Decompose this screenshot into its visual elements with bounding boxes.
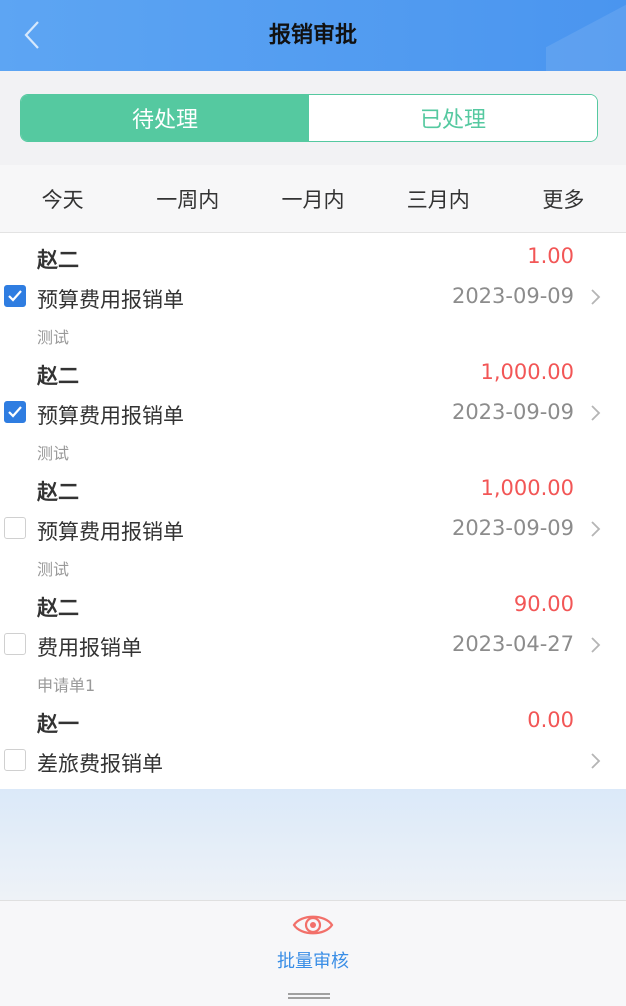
- chevron-right-icon[interactable]: [588, 287, 604, 307]
- list-item[interactable]: 赵二 90.00 费用报销单 2023-04-27 申请单1: [0, 581, 626, 697]
- document-type: 差旅费报销单: [37, 752, 163, 776]
- document-type: 预算费用报销单: [37, 288, 184, 312]
- home-indicator: [288, 993, 330, 999]
- amount-value: 1,000.00: [480, 360, 574, 384]
- date-filter-bar: 今天 一周内 一月内 三月内 更多: [0, 165, 626, 233]
- list-item[interactable]: 赵二 1,000.00 预算费用报销单 2023-09-09 测试: [0, 349, 626, 465]
- document-type: 预算费用报销单: [37, 520, 184, 544]
- item-checkbox[interactable]: [4, 749, 26, 771]
- status-segmented-control: 待处理 已处理: [20, 94, 598, 142]
- filter-three-months[interactable]: 三月内: [376, 184, 501, 214]
- document-type: 预算费用报销单: [37, 404, 184, 428]
- chevron-right-icon[interactable]: [588, 519, 604, 539]
- header-bar: 报销审批: [0, 0, 626, 71]
- memo-text: 申请单1: [37, 676, 96, 695]
- checkmark-icon: [8, 406, 22, 418]
- page-title: 报销审批: [268, 23, 357, 48]
- item-checkbox[interactable]: [4, 633, 26, 655]
- list-item[interactable]: 赵二 1.00 预算费用报销单 2023-09-09 测试: [0, 233, 626, 349]
- chevron-right-icon[interactable]: [588, 403, 604, 423]
- eye-icon: [292, 915, 334, 935]
- amount-value: 1,000.00: [480, 476, 574, 500]
- memo-text: 测试: [37, 560, 70, 579]
- filter-more[interactable]: 更多: [501, 184, 626, 214]
- filter-today[interactable]: 今天: [0, 184, 125, 214]
- document-date: 2023-09-09: [451, 516, 574, 540]
- document-date: 2023-09-09: [451, 400, 574, 424]
- memo-text: 测试: [37, 328, 70, 347]
- tab-processed[interactable]: 已处理: [309, 95, 597, 141]
- applicant-name: 赵二: [37, 596, 79, 620]
- status-tab-area: 待处理 已处理: [0, 71, 626, 165]
- batch-review-button[interactable]: 批量审核: [253, 909, 373, 989]
- document-date: 2023-09-09: [451, 284, 574, 308]
- applicant-name: 赵二: [37, 248, 79, 272]
- item-checkbox[interactable]: [4, 401, 26, 423]
- amount-value: 1.00: [527, 244, 574, 268]
- item-checkbox[interactable]: [4, 285, 26, 307]
- list-empty-background: [0, 789, 626, 900]
- amount-value: 90.00: [513, 592, 574, 616]
- document-date: 2023-04-27: [451, 632, 574, 656]
- list-item[interactable]: 赵二 1,000.00 预算费用报销单 2023-09-09 测试: [0, 465, 626, 581]
- applicant-name: 赵一: [37, 712, 79, 736]
- memo-text: 测试: [37, 444, 70, 463]
- checkmark-icon: [8, 290, 22, 302]
- expense-list: 赵二 1.00 预算费用报销单 2023-09-09 测试 赵二 1,000.0…: [0, 233, 626, 789]
- bottom-action-bar: 批量审核: [0, 900, 626, 1006]
- filter-month[interactable]: 一月内: [250, 184, 375, 214]
- filter-week[interactable]: 一周内: [125, 184, 250, 214]
- document-type: 费用报销单: [37, 636, 142, 660]
- item-checkbox[interactable]: [4, 517, 26, 539]
- tab-pending[interactable]: 待处理: [21, 95, 309, 141]
- applicant-name: 赵二: [37, 480, 79, 504]
- chevron-right-icon[interactable]: [588, 635, 604, 655]
- batch-review-label: 批量审核: [277, 951, 349, 972]
- chevron-right-icon[interactable]: [588, 751, 604, 771]
- applicant-name: 赵二: [37, 364, 79, 388]
- amount-value: 0.00: [527, 708, 574, 732]
